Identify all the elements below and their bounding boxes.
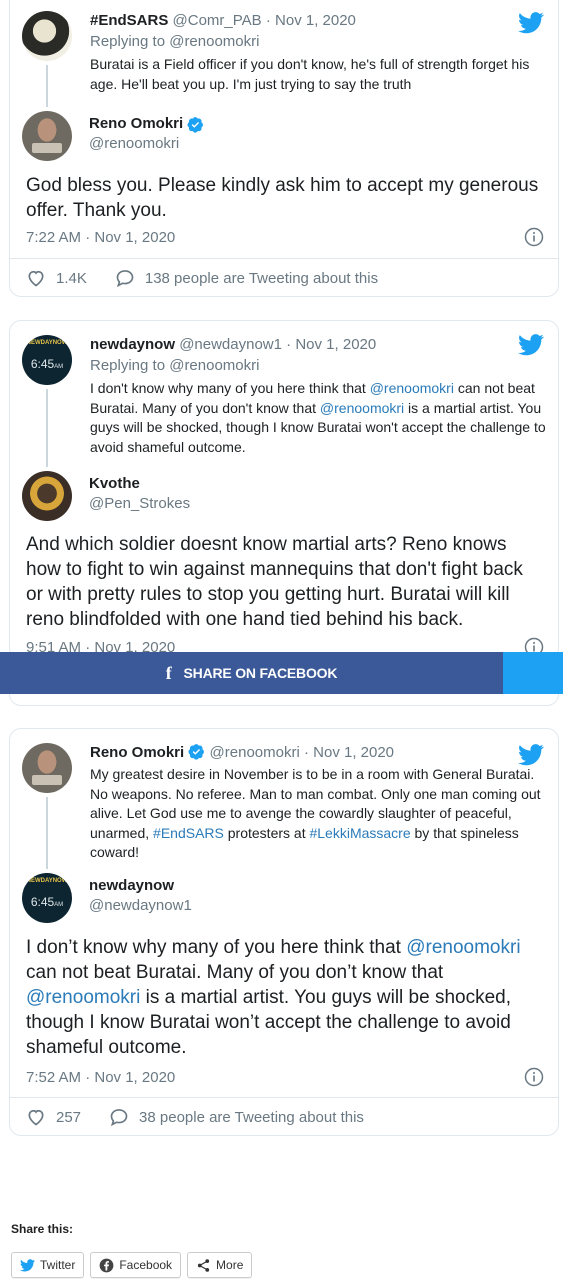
divider xyxy=(10,258,558,259)
avatar-ampm: AM xyxy=(54,364,64,370)
tweet-text: I don’t know why many of you here think … xyxy=(26,935,544,1060)
mention-link[interactable]: @renoomokri xyxy=(406,937,520,958)
separator-dot: · xyxy=(286,336,296,353)
tweet-embed-2[interactable]: NEWDAYNOW 6:45AM newdaynow @newdaynow1 ·… xyxy=(9,320,559,660)
hashtag-link[interactable]: #LekkiMassacre xyxy=(309,825,410,841)
avatar-time: 6:45 xyxy=(30,895,55,909)
share-more-button[interactable]: More xyxy=(187,1252,253,1278)
avatar[interactable] xyxy=(22,743,72,793)
share-twitter-label: Twitter xyxy=(40,1258,76,1272)
avatar-ampm: AM xyxy=(54,902,64,908)
like-count[interactable]: 257 xyxy=(56,1109,81,1126)
separator-dot: · xyxy=(265,12,276,29)
quote-author-handle[interactable]: @renoomokri xyxy=(210,744,300,761)
tweet-embed-1[interactable]: #EndSARS @Comr_PAB · Nov 1, 2020 Replyin… xyxy=(9,0,559,297)
verified-badge-icon xyxy=(187,116,204,133)
card-edge xyxy=(9,694,559,706)
share-on-facebook-button[interactable]: f SHARE ON FACEBOOK xyxy=(0,652,503,694)
tweet-timestamp[interactable]: 7:52 AM · Nov 1, 2020 xyxy=(26,1069,175,1086)
avatar[interactable] xyxy=(22,111,72,161)
divider xyxy=(10,1097,558,1098)
avatar[interactable] xyxy=(22,11,72,61)
avatar-brand-text: NEWDAYNOW xyxy=(26,340,68,346)
share-on-facebook-bar[interactable]: f SHARE ON FACEBOOK xyxy=(0,652,563,694)
tweeting-count[interactable]: 38 people are Tweeting about this xyxy=(139,1109,364,1126)
facebook-icon: f xyxy=(165,662,172,683)
quote-date[interactable]: Nov 1, 2020 xyxy=(313,744,394,761)
avatar-brand-text: NEWDAYNOW xyxy=(26,878,68,884)
info-icon[interactable] xyxy=(524,1067,544,1087)
author-name[interactable]: newdaynow xyxy=(89,876,174,896)
quote-author-name[interactable]: Reno Omokri xyxy=(90,744,184,761)
share-twitter-button[interactable]: Twitter xyxy=(11,1252,85,1278)
tweet-timestamp[interactable]: 7:22 AM · Nov 1, 2020 xyxy=(26,229,175,246)
avatar[interactable] xyxy=(22,471,72,521)
mention-link[interactable]: @renoomokri xyxy=(370,380,454,396)
avatar[interactable]: NEWDAYNOW 6:45AM xyxy=(22,873,72,923)
tweet-embed-3[interactable]: Reno Omokri @renoomokri · Nov 1, 2020 My… xyxy=(9,728,559,1136)
author-handle[interactable]: @Pen_Strokes xyxy=(89,494,190,514)
like-count[interactable]: 1.4K xyxy=(56,270,87,287)
avatar-time: 6:45 xyxy=(30,357,55,371)
text-segment: protesters at xyxy=(223,824,310,841)
replying-to: Replying to @renoomokri xyxy=(90,357,260,374)
quote-author-name[interactable]: #EndSARS xyxy=(90,12,168,29)
thread-line xyxy=(46,797,48,869)
separator-dot: · xyxy=(303,744,314,761)
author-name[interactable]: Kvothe xyxy=(89,474,140,494)
heart-icon[interactable] xyxy=(26,1107,46,1127)
quote-author-name[interactable]: newdaynow xyxy=(90,336,175,353)
speech-bubble-icon[interactable] xyxy=(115,268,135,288)
quote-text: I don't know why many of you here think … xyxy=(90,379,546,457)
mention-link[interactable]: @renoomokri xyxy=(320,400,404,416)
share-buttons: Twitter Facebook More xyxy=(11,1252,253,1278)
tweet-text: And which soldier doesnt know martial ar… xyxy=(26,534,523,630)
quote-author-handle[interactable]: @Comr_PAB xyxy=(173,12,262,29)
quote-date[interactable]: Nov 1, 2020 xyxy=(275,12,356,29)
tweet-text: God bless you. Please kindly ask him to … xyxy=(26,175,539,221)
mention-link[interactable]: @renoomokri xyxy=(26,987,140,1008)
replying-to: Replying to @renoomokri xyxy=(90,33,260,50)
quote-date[interactable]: Nov 1, 2020 xyxy=(295,336,376,353)
heart-icon[interactable] xyxy=(26,268,46,288)
speech-bubble-icon[interactable] xyxy=(109,1107,129,1127)
quote-author-handle[interactable]: @newdaynow1 xyxy=(179,336,282,353)
verified-badge-icon xyxy=(188,744,205,760)
quote-text: My greatest desire in November is to be … xyxy=(90,765,546,863)
share-icon xyxy=(197,1258,210,1272)
avatar[interactable]: NEWDAYNOW 6:45AM xyxy=(22,335,72,385)
thread-line xyxy=(46,65,48,107)
twitter-share-tab[interactable] xyxy=(503,652,563,694)
share-this-heading: Share this: xyxy=(11,1222,74,1236)
author-handle[interactable]: @renoomokri xyxy=(89,134,204,154)
share-facebook-button[interactable]: Facebook xyxy=(90,1252,182,1278)
text-segment: I don't know why many of you here think … xyxy=(90,380,370,396)
text-segment: I don’t know why many of you here think … xyxy=(26,937,407,958)
twitter-bird-icon xyxy=(20,1258,35,1271)
facebook-icon xyxy=(99,1258,114,1272)
author-name[interactable]: Reno Omokri xyxy=(89,114,183,134)
author-handle[interactable]: @newdaynow1 xyxy=(89,896,192,916)
thread-line xyxy=(46,389,48,467)
text-segment: can not beat Buratai. Many of you don’t … xyxy=(26,962,444,983)
tweeting-count[interactable]: 138 people are Tweeting about this xyxy=(145,270,378,287)
hashtag-link[interactable]: #EndSARS xyxy=(153,825,224,841)
share-on-facebook-label: SHARE ON FACEBOOK xyxy=(183,665,338,681)
share-facebook-label: Facebook xyxy=(119,1258,173,1272)
info-icon[interactable] xyxy=(524,227,544,247)
share-more-label: More xyxy=(216,1258,244,1272)
quote-text: Buratai is a Field officer if you don't … xyxy=(90,56,530,92)
